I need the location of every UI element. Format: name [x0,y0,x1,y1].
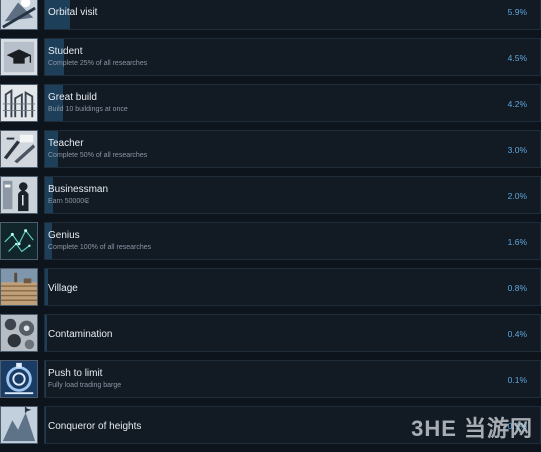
achievement-percent: 0.1% [507,375,527,385]
achievement-percent: 1.6% [507,237,527,247]
achievement-percent: 0.8% [507,283,527,293]
achievement-description: Build 10 buildings at once [48,106,128,113]
achievement-title: Contamination [48,329,113,340]
progress-bar [45,361,46,397]
village-icon [0,268,38,306]
achievement-panel: Genius Complete 100% of all researches 1… [44,222,541,260]
conqueror-of-heights-icon [0,406,38,444]
businessman-icon [0,176,38,214]
achievement-percent: 2.0% [507,191,527,201]
achievement-description: Complete 100% of all researches [48,244,152,251]
achievement-row-student[interactable]: Student Complete 25% of all researches 4… [0,38,541,78]
progress-bar [45,85,63,121]
achievement-title: Push to limit [48,368,103,379]
achievement-panel: Orbital visit 5.9% [44,0,541,30]
achievement-panel: Great build Build 10 buildings at once 4… [44,84,541,122]
achievement-percent: 0.4% [507,329,527,339]
achievement-list: Orbital visit 5.9% Student Complete 25% … [0,0,541,452]
watermark-logo: 3HE 当游网 [411,416,533,441]
achievement-percent: 5.9% [507,7,527,17]
achievement-panel: Teacher Complete 50% of all researches 3… [44,130,541,168]
achievement-description: Earn 50000₢ [48,198,90,205]
achievement-title: Orbital visit [48,7,98,18]
achievement-panel: Contamination 0.4% [44,314,541,352]
achievement-title: Great build [48,92,97,103]
achievement-panel: Student Complete 25% of all researches 4… [44,38,541,76]
progress-bar [45,131,58,167]
achievement-row-contamination[interactable]: Contamination 0.4% [0,314,541,354]
achievement-row-village[interactable]: Village 0.8% [0,268,541,308]
achievement-title: Village [48,283,78,294]
progress-bar [45,315,47,351]
great-build-icon [0,84,38,122]
achievement-title: Teacher [48,138,84,149]
achievement-row-orbital-visit[interactable]: Orbital visit 5.9% [0,0,541,32]
contamination-icon [0,314,38,352]
achievement-percent: 3.0% [507,145,527,155]
achievement-percent: 4.2% [507,99,527,109]
progress-bar [45,177,53,213]
progress-bar [45,223,52,259]
teacher-icon [0,130,38,168]
push-to-limit-icon [0,360,38,398]
student-icon [0,38,38,76]
achievement-panel: Village 0.8% [44,268,541,306]
achievement-percent: 4.5% [507,53,527,63]
achievement-row-genius[interactable]: Genius Complete 100% of all researches 1… [0,222,541,262]
achievement-row-push-to-limit[interactable]: Push to limit Fully load trading barge 0… [0,360,541,400]
genius-icon [0,222,38,260]
orbital-visit-icon [0,0,38,30]
achievement-title: Conqueror of heights [48,421,142,432]
achievement-row-great-build[interactable]: Great build Build 10 buildings at once 4… [0,84,541,124]
achievement-description: Fully load trading barge [48,382,122,389]
progress-bar [45,407,46,443]
achievement-row-teacher[interactable]: Teacher Complete 50% of all researches 3… [0,130,541,170]
achievement-title: Genius [48,230,80,241]
progress-bar [45,39,64,75]
achievement-title: Student [48,46,83,57]
achievement-panel: Businessman Earn 50000₢ 2.0% [44,176,541,214]
achievement-title: Businessman [48,184,109,195]
achievement-panel: Push to limit Fully load trading barge 0… [44,360,541,398]
achievement-description: Complete 25% of all researches [48,60,148,67]
achievement-description: Complete 50% of all researches [48,152,148,159]
achievement-row-businessman[interactable]: Businessman Earn 50000₢ 2.0% [0,176,541,216]
